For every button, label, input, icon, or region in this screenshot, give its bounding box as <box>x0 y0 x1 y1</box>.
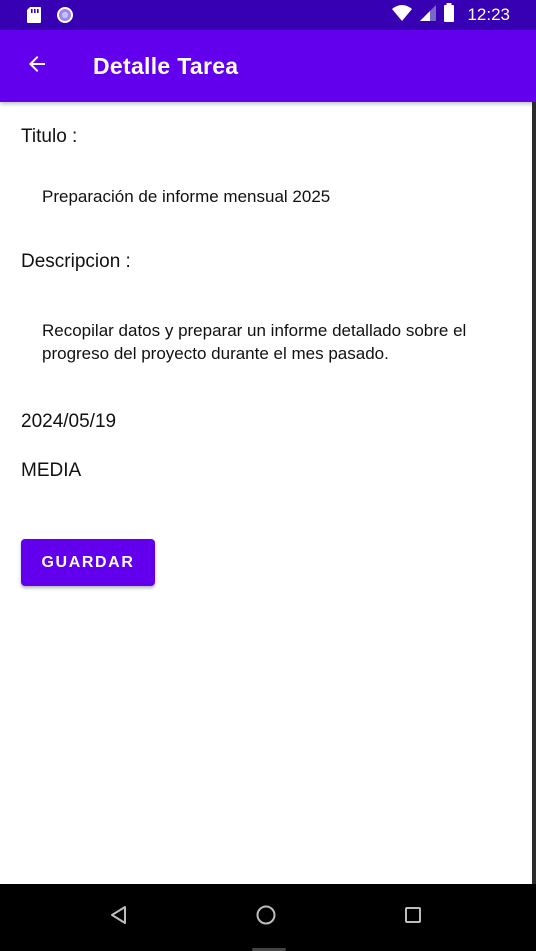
app-bar: Detalle Tarea <box>0 30 536 102</box>
date-value: 2024/05/19 <box>21 411 117 432</box>
status-right-icons: 12:23 <box>391 2 510 28</box>
status-left-icons <box>26 6 74 29</box>
sync-icon <box>56 6 74 29</box>
save-button[interactable]: GUARDAR <box>21 539 155 586</box>
home-circle-icon <box>255 904 277 931</box>
navigation-bar <box>0 884 536 951</box>
recents-square-icon <box>404 906 422 929</box>
description-label: Descripcion : <box>21 251 131 272</box>
back-button[interactable] <box>14 43 60 89</box>
title-label: Titulo : <box>21 126 78 147</box>
screen: 12:23 Detalle Tarea Titulo : Preparación… <box>0 0 536 951</box>
nav-home-button[interactable] <box>249 900 283 934</box>
page-title: Detalle Tarea <box>93 53 239 79</box>
battery-icon <box>443 2 455 28</box>
status-bar: 12:23 <box>0 0 536 30</box>
nav-recents-button[interactable] <box>396 900 430 934</box>
sd-card-icon <box>26 6 42 29</box>
arrow-back-icon <box>25 52 49 81</box>
back-triangle-icon <box>109 905 129 930</box>
description-value: Recopilar datos y preparar un informe de… <box>42 321 467 363</box>
title-value: Preparación de informe mensual 2025 <box>42 187 331 206</box>
status-time: 12:23 <box>467 5 510 24</box>
window-edge <box>532 102 536 884</box>
nav-back-button[interactable] <box>102 900 136 934</box>
priority-value: MEDIA <box>21 460 82 481</box>
signal-icon <box>419 4 437 27</box>
wifi-icon <box>391 4 413 27</box>
